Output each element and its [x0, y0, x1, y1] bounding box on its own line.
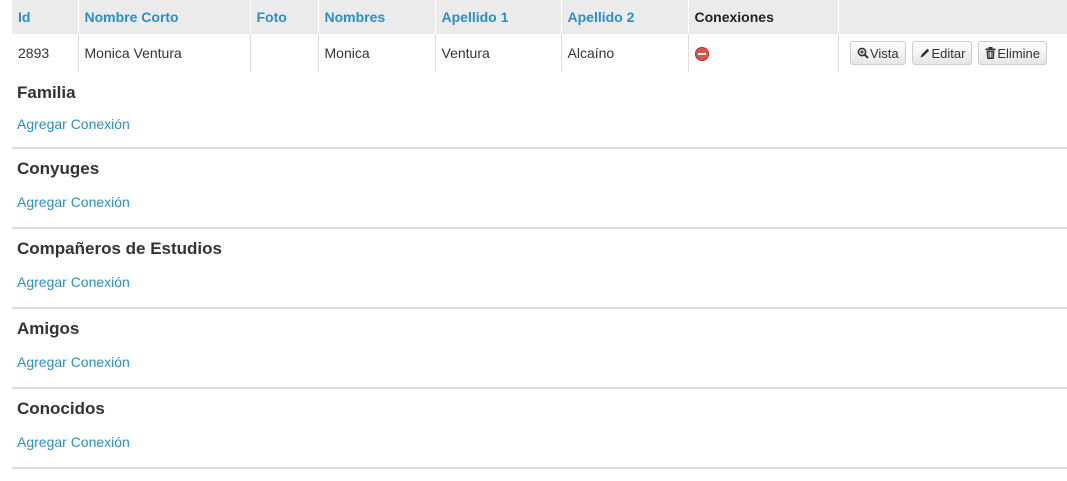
cell-conexiones	[688, 34, 839, 72]
section-title: Amigos	[17, 319, 80, 338]
column-header-actions	[838, 0, 1067, 34]
edit-button[interactable]: Editar	[911, 41, 973, 65]
section-conyuges: Conyuges Agregar Conexión	[12, 149, 1067, 229]
column-header-nombre-corto[interactable]: Nombre Corto	[78, 0, 251, 34]
cell-nombres: Monica	[318, 34, 436, 72]
cell-nombre-corto: Monica Ventura	[78, 34, 251, 72]
people-table: Id Nombre Corto Foto Nombres Apellido 1 …	[12, 0, 1067, 72]
cell-apellido2: Alcaíno	[561, 34, 689, 72]
pencil-icon	[919, 48, 929, 58]
cell-apellido1: Ventura	[435, 34, 562, 72]
view-button[interactable]: Vista	[849, 41, 906, 65]
section-title: Conyuges	[17, 159, 100, 178]
zoom-in-icon	[857, 47, 869, 59]
section-familia: Familia Agregar Conexión	[12, 76, 1067, 149]
minus-circle-icon[interactable]	[694, 47, 709, 62]
column-header-foto[interactable]: Foto	[250, 0, 319, 34]
edit-button-label: Editar	[931, 45, 966, 61]
table-row: 2893 Monica Ventura Monica Ventura Alcaí…	[12, 34, 1067, 72]
cell-id: 2893	[12, 34, 79, 72]
page: Id Nombre Corto Foto Nombres Apellido 1 …	[12, 0, 1067, 469]
connection-sections: Familia Agregar Conexión Conyuges Agrega…	[12, 76, 1067, 469]
table-header-row: Id Nombre Corto Foto Nombres Apellido 1 …	[12, 0, 1067, 34]
delete-button-label: Elimine	[997, 45, 1040, 61]
column-header-apellido1[interactable]: Apellido 1	[435, 0, 562, 34]
add-connection-link[interactable]: Agregar Conexión	[17, 434, 130, 450]
section-title: Compañeros de Estudios	[17, 239, 222, 258]
section-amigos: Amigos Agregar Conexión	[12, 309, 1067, 389]
add-connection-link[interactable]: Agregar Conexión	[17, 116, 130, 132]
column-header-nombres[interactable]: Nombres	[318, 0, 436, 34]
cell-foto	[250, 34, 319, 72]
section-title: Conocidos	[17, 399, 105, 418]
add-connection-link[interactable]: Agregar Conexión	[17, 354, 130, 370]
section-conocidos: Conocidos Agregar Conexión	[12, 389, 1067, 469]
delete-button[interactable]: Elimine	[978, 41, 1047, 65]
trash-icon	[985, 47, 996, 59]
add-connection-link[interactable]: Agregar Conexión	[17, 194, 130, 210]
section-companeros-de-estudios: Compañeros de Estudios Agregar Conexión	[12, 229, 1067, 309]
cell-actions: Vista Editar Elimine	[838, 34, 1067, 72]
section-title: Familia	[17, 83, 76, 102]
column-header-id[interactable]: Id	[12, 0, 79, 34]
add-connection-link[interactable]: Agregar Conexión	[17, 274, 130, 290]
column-header-conexiones: Conexiones	[688, 0, 839, 34]
view-button-label: Vista	[869, 45, 899, 61]
column-header-apellido2[interactable]: Apellido 2	[561, 0, 689, 34]
